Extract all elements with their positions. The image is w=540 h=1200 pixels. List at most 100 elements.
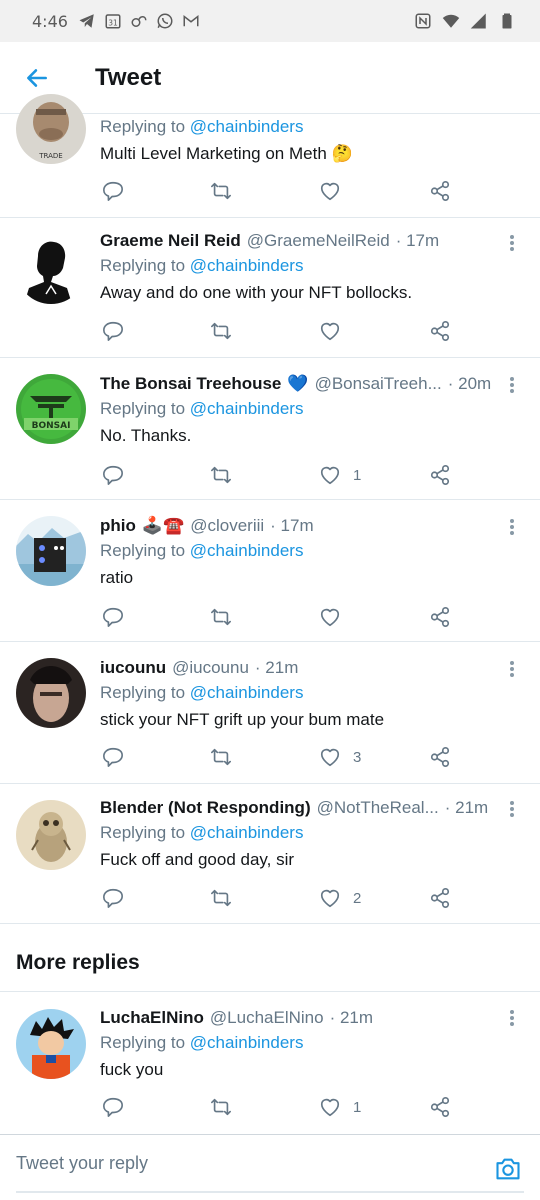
- name-emoji: 🕹️☎️: [141, 516, 185, 535]
- author-name[interactable]: Blender (Not Responding): [100, 796, 311, 820]
- reply-item[interactable]: iucounu @iucounu · 21m Replying to @chai…: [0, 642, 540, 784]
- mention-link[interactable]: @chainbinders: [190, 1033, 304, 1052]
- mention-link[interactable]: @chainbinders: [190, 256, 304, 275]
- reply-item[interactable]: Blender (Not Responding) @NotTheReal... …: [0, 784, 540, 924]
- mention-link[interactable]: @chainbinders: [190, 541, 304, 560]
- avatar[interactable]: [16, 1009, 86, 1079]
- more-options-icon[interactable]: [504, 798, 520, 820]
- author-handle[interactable]: @cloveriii: [190, 514, 264, 538]
- reply-icon: [103, 1097, 123, 1117]
- mention-link[interactable]: @chainbinders: [190, 823, 304, 842]
- reply-icon: [103, 321, 123, 341]
- replying-prefix: Replying to: [100, 541, 186, 560]
- camera-icon[interactable]: [494, 1155, 522, 1183]
- author-handle[interactable]: @NotTheReal...: [317, 796, 439, 820]
- like-button[interactable]: [319, 318, 341, 344]
- replying-prefix: Replying to: [100, 256, 186, 275]
- calendar-icon: 31: [104, 12, 122, 30]
- more-options-icon[interactable]: [504, 232, 520, 254]
- avatar[interactable]: [16, 800, 86, 870]
- reply-text: Fuck off and good day, sir: [100, 850, 295, 869]
- more-options-icon[interactable]: [504, 374, 520, 396]
- retweet-button[interactable]: [210, 604, 232, 630]
- more-options-icon[interactable]: [504, 516, 520, 538]
- like-button[interactable]: 3: [319, 744, 361, 770]
- share-button[interactable]: [429, 318, 451, 344]
- reply-button[interactable]: [102, 318, 124, 344]
- share-button[interactable]: [429, 1094, 451, 1120]
- calendar-day: 31: [108, 19, 118, 28]
- reply-item[interactable]: BONSAI The Bonsai Treehouse 💙 @BonsaiTre…: [0, 358, 540, 500]
- retweet-button[interactable]: [210, 318, 232, 344]
- author-name[interactable]: LuchaElNino: [100, 1006, 204, 1030]
- retweet-button[interactable]: [210, 178, 232, 204]
- author-name[interactable]: The Bonsai Treehouse: [100, 372, 281, 396]
- reply-item[interactable]: LuchaElNino @LuchaElNino · 21m Replying …: [0, 993, 540, 1134]
- retweet-button[interactable]: [210, 462, 232, 488]
- avatar[interactable]: [16, 516, 86, 586]
- avatar[interactable]: TRADE: [16, 94, 86, 164]
- reply-input[interactable]: Tweet your reply: [16, 1153, 148, 1174]
- retweet-icon: [211, 889, 231, 907]
- reply-button[interactable]: [102, 462, 124, 488]
- replying-to: Replying to @chainbinders: [100, 253, 494, 279]
- share-button[interactable]: [429, 178, 451, 204]
- wifi-icon: [442, 12, 460, 30]
- replying-prefix: Replying to: [100, 823, 186, 842]
- share-button[interactable]: [429, 885, 451, 911]
- reply-item[interactable]: Graeme Neil Reid @GraemeNeilReid · 17m R…: [0, 218, 540, 358]
- mention-link[interactable]: @chainbinders: [190, 117, 304, 136]
- more-options-icon[interactable]: [504, 658, 520, 680]
- retweet-button[interactable]: [210, 1094, 232, 1120]
- reply-time: · 21m: [254, 658, 299, 677]
- author-name[interactable]: phio: [100, 514, 136, 538]
- mention-link[interactable]: @chainbinders: [190, 399, 304, 418]
- name-emoji: 💙: [287, 374, 309, 393]
- reply-button[interactable]: [102, 1094, 124, 1120]
- author-name[interactable]: Graeme Neil Reid: [100, 229, 241, 253]
- reply-button[interactable]: [102, 178, 124, 204]
- author-handle[interactable]: @BonsaiTreeh...: [315, 372, 442, 396]
- reply-item[interactable]: TRADE Replying to @chainbinders Multi Le…: [0, 94, 540, 218]
- gmail-icon: [182, 12, 200, 30]
- reply-button[interactable]: [102, 604, 124, 630]
- author-handle[interactable]: @LuchaElNino: [210, 1006, 324, 1030]
- avatar[interactable]: [16, 658, 86, 728]
- reply-button[interactable]: [102, 744, 124, 770]
- like-button[interactable]: [319, 604, 341, 630]
- like-button[interactable]: 1: [319, 462, 361, 488]
- page-title: Tweet: [95, 63, 162, 91]
- action-bar: 2: [100, 885, 460, 911]
- reply-button[interactable]: [102, 885, 124, 911]
- retweet-button[interactable]: [210, 744, 232, 770]
- share-button[interactable]: [429, 604, 451, 630]
- like-count: 2: [353, 889, 362, 907]
- more-options-icon[interactable]: [504, 1007, 520, 1029]
- heart-icon: [320, 608, 340, 627]
- whatsapp-icon: [156, 12, 174, 30]
- reply-time: · 20m: [447, 374, 492, 393]
- replying-prefix: Replying to: [100, 117, 186, 136]
- like-button[interactable]: 2: [319, 885, 361, 911]
- reply-text: fuck you: [100, 1060, 164, 1079]
- like-button[interactable]: [319, 178, 341, 204]
- avatar[interactable]: BONSAI: [16, 374, 86, 444]
- like-count: 3: [353, 748, 362, 766]
- author-name[interactable]: iucounu: [100, 656, 166, 680]
- author-line: Graeme Neil Reid @GraemeNeilReid · 17m: [100, 229, 494, 253]
- avatar[interactable]: [16, 234, 86, 304]
- reply-item[interactable]: phio 🕹️☎️ @cloveriii · 17m Replying to @…: [0, 500, 540, 642]
- replying-to: Replying to @chainbinders: [100, 114, 494, 140]
- system-icons: [414, 12, 516, 30]
- author-handle[interactable]: @GraemeNeilReid: [247, 229, 390, 253]
- like-button[interactable]: 1: [319, 1094, 361, 1120]
- author-handle[interactable]: @iucounu: [172, 656, 249, 680]
- share-button[interactable]: [429, 744, 451, 770]
- share-button[interactable]: [429, 462, 451, 488]
- battery-icon: [498, 12, 516, 30]
- avatar-caption: BONSAI: [32, 421, 71, 431]
- share-icon: [430, 747, 450, 767]
- mention-link[interactable]: @chainbinders: [190, 683, 304, 702]
- heart-icon: [320, 889, 340, 908]
- retweet-button[interactable]: [210, 885, 232, 911]
